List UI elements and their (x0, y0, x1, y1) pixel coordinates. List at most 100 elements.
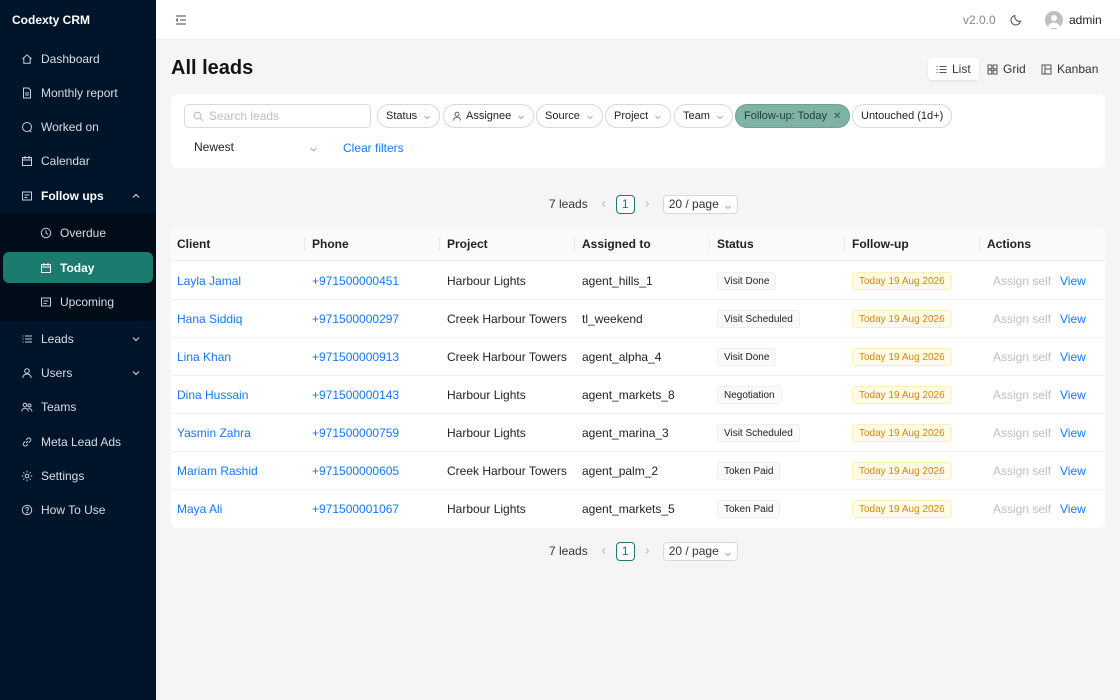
sidebar-item-worked-on[interactable]: Worked on (3, 111, 153, 142)
sort-select[interactable]: Newest (184, 135, 324, 159)
assign-self-button[interactable]: Assign self (993, 274, 1051, 288)
username[interactable]: admin (1069, 13, 1102, 27)
sidebar-item-how-to-use[interactable]: How To Use (3, 494, 153, 525)
table-row[interactable]: Maya Ali +971500001067 Harbour Lights ag… (171, 490, 1105, 528)
sidebar-item-overdue[interactable]: Overdue (3, 217, 153, 248)
schedule-icon (40, 296, 52, 308)
view-grid-button[interactable]: Grid (979, 58, 1034, 80)
sidebar-item-label: Users (41, 365, 73, 380)
client-name-link[interactable]: Maya Ali (177, 502, 222, 516)
view-lead-link[interactable]: View (1060, 274, 1086, 288)
assigned-to-cell: agent_markets_8 (582, 388, 675, 402)
chevron-left-icon[interactable] (596, 196, 612, 212)
assigned-to-cell: agent_alpha_4 (582, 350, 662, 364)
client-name-link[interactable]: Dina Hussain (177, 388, 248, 402)
phone-link[interactable]: +971500000451 (312, 274, 399, 288)
clear-filters-button[interactable]: Clear filters (343, 141, 404, 155)
sidebar-item-calendar[interactable]: Calendar (3, 145, 153, 176)
assign-self-button[interactable]: Assign self (993, 464, 1051, 478)
avatar[interactable] (1045, 11, 1063, 29)
assign-self-button[interactable]: Assign self (993, 426, 1051, 440)
filter-follow-up-today[interactable]: Follow-up: Today ✕ (735, 104, 851, 128)
table-row[interactable]: Dina Hussain +971500000143 Harbour Light… (171, 376, 1105, 414)
phone-link[interactable]: +971500000143 (312, 388, 399, 402)
phone-link[interactable]: +971500001067 (312, 502, 399, 516)
filter-status[interactable]: Status (377, 104, 441, 128)
chevron-right-icon[interactable] (639, 196, 655, 212)
follow-up-badge: Today 19 Aug 2026 (852, 500, 952, 518)
chevron-down-icon (517, 112, 525, 120)
page-size-select[interactable]: 20 / page (662, 541, 738, 561)
chevron-down-icon (724, 547, 732, 557)
sidebar-item-dashboard[interactable]: Dashboard (3, 43, 153, 74)
page-button-1[interactable]: 1 (615, 194, 635, 214)
page-size-value: 20 / page (668, 197, 719, 211)
close-icon[interactable]: ✕ (833, 111, 841, 122)
chevron-right-icon[interactable] (639, 543, 655, 559)
assign-self-button[interactable]: Assign self (993, 312, 1051, 326)
calendar-icon (40, 262, 52, 274)
sidebar-item-settings[interactable]: Settings (3, 460, 153, 491)
view-lead-link[interactable]: View (1060, 464, 1086, 478)
column-divider (709, 237, 710, 251)
view-lead-link[interactable]: View (1060, 502, 1086, 516)
phone-link[interactable]: +971500000297 (312, 312, 399, 326)
client-name-link[interactable]: Hana Siddiq (177, 312, 242, 326)
sidebar-item-upcoming[interactable]: Upcoming (3, 286, 153, 317)
column-divider (979, 237, 980, 251)
search-input[interactable] (209, 109, 359, 123)
chevron-down-icon (131, 333, 141, 343)
filter-project[interactable]: Project (605, 104, 672, 128)
menu-fold-icon[interactable] (174, 13, 188, 27)
assign-self-button[interactable]: Assign self (993, 502, 1051, 516)
column-header-phone: Phone (312, 237, 349, 251)
sidebar-item-follow-ups[interactable]: Follow ups (3, 180, 153, 211)
filter-untouched[interactable]: Untouched (1d+) (852, 104, 953, 128)
sidebar-item-leads[interactable]: Leads (3, 323, 153, 354)
page-title: All leads (171, 57, 254, 79)
view-lead-link[interactable]: View (1060, 388, 1086, 402)
column-header-project: Project (447, 237, 488, 251)
client-name-link[interactable]: Mariam Rashid (177, 464, 258, 478)
sidebar-item-monthly-report[interactable]: Monthly report (3, 77, 153, 108)
table-row[interactable]: Lina Khan +971500000913 Creek Harbour To… (171, 338, 1105, 376)
project-cell: Creek Harbour Towers (447, 464, 567, 478)
client-name-link[interactable]: Lina Khan (177, 350, 231, 364)
phone-link[interactable]: +971500000759 (312, 426, 399, 440)
search-box[interactable] (184, 104, 371, 128)
table-row[interactable]: Layla Jamal +971500000451 Harbour Lights… (171, 262, 1105, 300)
sidebar-item-today[interactable]: Today (3, 252, 153, 283)
view-list-button[interactable]: List (928, 58, 979, 80)
chevron-left-icon[interactable] (596, 543, 612, 559)
assign-self-button[interactable]: Assign self (993, 388, 1051, 402)
phone-link[interactable]: +971500000913 (312, 350, 399, 364)
table-row[interactable]: Hana Siddiq +971500000297 Creek Harbour … (171, 300, 1105, 338)
moon-icon[interactable] (1010, 13, 1023, 26)
assign-self-button[interactable]: Assign self (993, 350, 1051, 364)
sort-select-value: Newest (194, 140, 235, 154)
sidebar-item-teams[interactable]: Teams (3, 391, 153, 422)
client-name-link[interactable]: Layla Jamal (177, 274, 241, 288)
pagination-total: 7 leads (549, 197, 588, 211)
filter-untouched-label: Untouched (1d+) (861, 110, 944, 122)
phone-link[interactable]: +971500000605 (312, 464, 399, 478)
sidebar-item-label: Upcoming (60, 294, 115, 309)
client-name-link[interactable]: Yasmin Zahra (177, 426, 251, 440)
page-button-1[interactable]: 1 (615, 541, 635, 561)
filter-source[interactable]: Source (536, 104, 603, 128)
grid-icon (987, 64, 998, 75)
table-row[interactable]: Mariam Rashid +971500000605 Creek Harbou… (171, 452, 1105, 490)
project-cell: Harbour Lights (447, 426, 526, 440)
view-lead-link[interactable]: View (1060, 350, 1086, 364)
sidebar-item-meta-lead-ads[interactable]: Meta Lead Ads (3, 426, 153, 457)
filter-assignee[interactable]: Assignee (443, 104, 535, 128)
view-kanban-button[interactable]: Kanban (1033, 58, 1106, 80)
view-lead-link[interactable]: View (1060, 312, 1086, 326)
table-row[interactable]: Yasmin Zahra +971500000759 Harbour Light… (171, 414, 1105, 452)
kanban-icon (1041, 64, 1052, 75)
page-size-select[interactable]: 20 / page (662, 194, 738, 214)
filter-team[interactable]: Team (674, 104, 733, 128)
view-grid-label: Grid (1003, 62, 1026, 76)
view-lead-link[interactable]: View (1060, 426, 1086, 440)
sidebar-item-users[interactable]: Users (3, 357, 153, 388)
